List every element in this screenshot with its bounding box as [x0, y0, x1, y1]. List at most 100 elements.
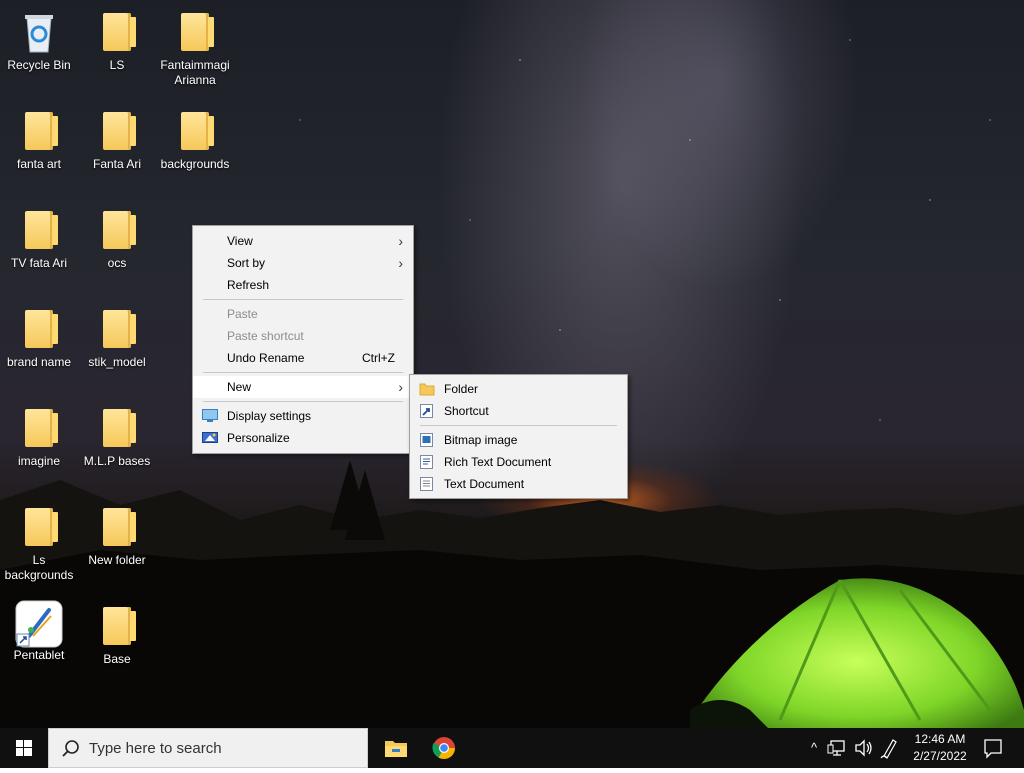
- menu-item-personalize[interactable]: Personalize: [193, 427, 413, 449]
- chevron-up-icon: ^: [810, 740, 818, 755]
- menu-item-display-settings[interactable]: Display settings: [193, 405, 413, 427]
- menu-item-label: Paste shortcut: [227, 329, 304, 343]
- menu-item-label: New: [227, 380, 252, 394]
- menu-item-undo-rename[interactable]: Undo Rename Ctrl+Z: [193, 347, 413, 369]
- folder-icon: [97, 406, 137, 450]
- taskbar-clock[interactable]: 12:46 AM 2/27/2022: [896, 731, 984, 765]
- clock-date: 2/27/2022: [913, 749, 967, 763]
- desktop-icon-recycle-bin[interactable]: Recycle Bin: [0, 10, 78, 73]
- pentablet-icon: [15, 600, 63, 648]
- menu-item-label: Refresh: [227, 278, 270, 292]
- submenu-item-shortcut[interactable]: Shortcut: [410, 400, 627, 422]
- menu-item-label: Display settings: [227, 409, 312, 423]
- tent-image: [690, 578, 1024, 728]
- desktop-icon-folder[interactable]: imagine: [0, 406, 78, 469]
- menu-item-label: View: [227, 234, 253, 248]
- folder-icon: [97, 505, 137, 549]
- folder-icon: [97, 10, 137, 54]
- menu-separator: [203, 401, 403, 402]
- desktop-icon-folder[interactable]: backgrounds: [156, 109, 234, 172]
- windows-logo-icon: [16, 740, 32, 756]
- desktop-icon-label: M.L.P bases: [83, 454, 151, 468]
- tray-volume[interactable]: [852, 728, 876, 768]
- submenu-item-rich-text-document[interactable]: Rich Text Document: [410, 451, 627, 473]
- desktop-icon-folder[interactable]: stik_model: [78, 307, 156, 370]
- desktop-icon-folder[interactable]: brand name: [0, 307, 78, 370]
- desktop-icon-label: Ls backgrounds: [4, 553, 74, 582]
- chevron-right-icon: ›: [398, 255, 403, 271]
- chrome-icon: [432, 737, 455, 759]
- desktop-icon-label: Fanta Ari: [92, 157, 142, 171]
- menu-item-view[interactable]: View ›: [193, 230, 413, 252]
- notification-icon: [984, 739, 1002, 759]
- submenu-item-bitmap-image[interactable]: Bitmap image: [410, 429, 627, 451]
- desktop-icon-label: imagine: [17, 454, 61, 468]
- folder-icon: [97, 604, 137, 648]
- folder-icon: [419, 383, 435, 396]
- desktop-icon-folder[interactable]: fanta art: [0, 109, 78, 172]
- menu-item-label: Bitmap image: [444, 433, 518, 447]
- desktop-background[interactable]: Recycle Bin LS Fantaimmagi Arianna fanta…: [0, 0, 1024, 728]
- menu-item-new[interactable]: New ›: [193, 376, 413, 398]
- menu-item-sort-by[interactable]: Sort by ›: [193, 252, 413, 274]
- clock-time: 12:46 AM: [914, 732, 966, 746]
- folder-icon: [175, 10, 215, 54]
- desktop-icon-label: brand name: [6, 355, 72, 369]
- desktop-context-menu: View › Sort by › Refresh Paste Paste sho…: [192, 225, 414, 454]
- desktop-icon-label: Pentablet: [13, 648, 65, 662]
- folder-icon: [97, 109, 137, 153]
- taskbar-file-explorer[interactable]: [376, 728, 416, 768]
- submenu-item-text-document[interactable]: Text Document: [410, 473, 627, 495]
- menu-item-label: Paste: [227, 307, 258, 321]
- desktop-icon-pentablet[interactable]: Pentablet: [0, 600, 78, 663]
- folder-icon: [97, 208, 137, 252]
- desktop-icon-folder[interactable]: ocs: [78, 208, 156, 271]
- desktop-icon-label: fanta art: [16, 157, 62, 171]
- action-center-button[interactable]: [978, 728, 1008, 768]
- chevron-right-icon: ›: [398, 379, 403, 395]
- desktop-icon-folder[interactable]: LS: [78, 10, 156, 73]
- display-icon: [202, 409, 218, 422]
- menu-separator: [203, 372, 403, 373]
- tray-network[interactable]: [826, 728, 850, 768]
- search-placeholder: Type here to search: [89, 740, 222, 757]
- desktop-icon-label: LS: [109, 58, 125, 72]
- tray-overflow-button[interactable]: ^: [804, 728, 824, 768]
- menu-item-label: Undo Rename: [227, 351, 305, 365]
- folder-icon: [19, 208, 59, 252]
- taskbar-search-box[interactable]: Type here to search: [48, 728, 368, 768]
- text-document-icon: [420, 477, 433, 491]
- folder-icon: [97, 307, 137, 351]
- desktop-icon-folder[interactable]: TV fata Ari: [0, 208, 78, 271]
- taskbar-chrome[interactable]: [424, 728, 464, 768]
- menu-item-label: Personalize: [227, 431, 290, 445]
- menu-separator: [203, 299, 403, 300]
- start-button[interactable]: [0, 728, 48, 768]
- desktop-icon-folder[interactable]: Fantaimmagi Arianna: [156, 10, 234, 88]
- new-submenu: Folder Shortcut Bitmap image Rich Text D…: [409, 374, 628, 499]
- menu-item-label: Text Document: [444, 477, 525, 491]
- menu-separator: [420, 425, 617, 426]
- chevron-right-icon: ›: [398, 233, 403, 249]
- desktop-icon-folder[interactable]: Ls backgrounds: [0, 505, 78, 583]
- network-icon: [827, 740, 845, 756]
- desktop-icon-label: ocs: [107, 256, 127, 270]
- menu-item-label: Folder: [444, 382, 479, 396]
- file-explorer-icon: [385, 741, 407, 757]
- shortcut-icon: [420, 404, 433, 418]
- desktop-icon-folder[interactable]: New folder: [78, 505, 156, 568]
- desktop-icon-folder[interactable]: Fanta Ari: [78, 109, 156, 172]
- menu-item-paste[interactable]: Paste: [193, 303, 413, 325]
- desktop-icon-label: Base: [103, 652, 131, 666]
- menu-item-refresh[interactable]: Refresh: [193, 274, 413, 296]
- desktop-icon-folder[interactable]: Base: [78, 604, 156, 667]
- menu-item-paste-shortcut[interactable]: Paste shortcut: [193, 325, 413, 347]
- menu-item-label: Rich Text Document: [444, 455, 552, 469]
- menu-item-shortcut: Ctrl+Z: [362, 351, 395, 365]
- desktop-icon-folder[interactable]: M.L.P bases: [78, 406, 156, 469]
- rich-text-icon: [420, 455, 433, 469]
- desktop-icon-label: Fantaimmagi Arianna: [160, 58, 230, 87]
- desktop-icon-label: backgrounds: [160, 157, 230, 171]
- submenu-item-folder[interactable]: Folder: [410, 378, 627, 400]
- desktop-icon-label: stik_model: [88, 355, 146, 369]
